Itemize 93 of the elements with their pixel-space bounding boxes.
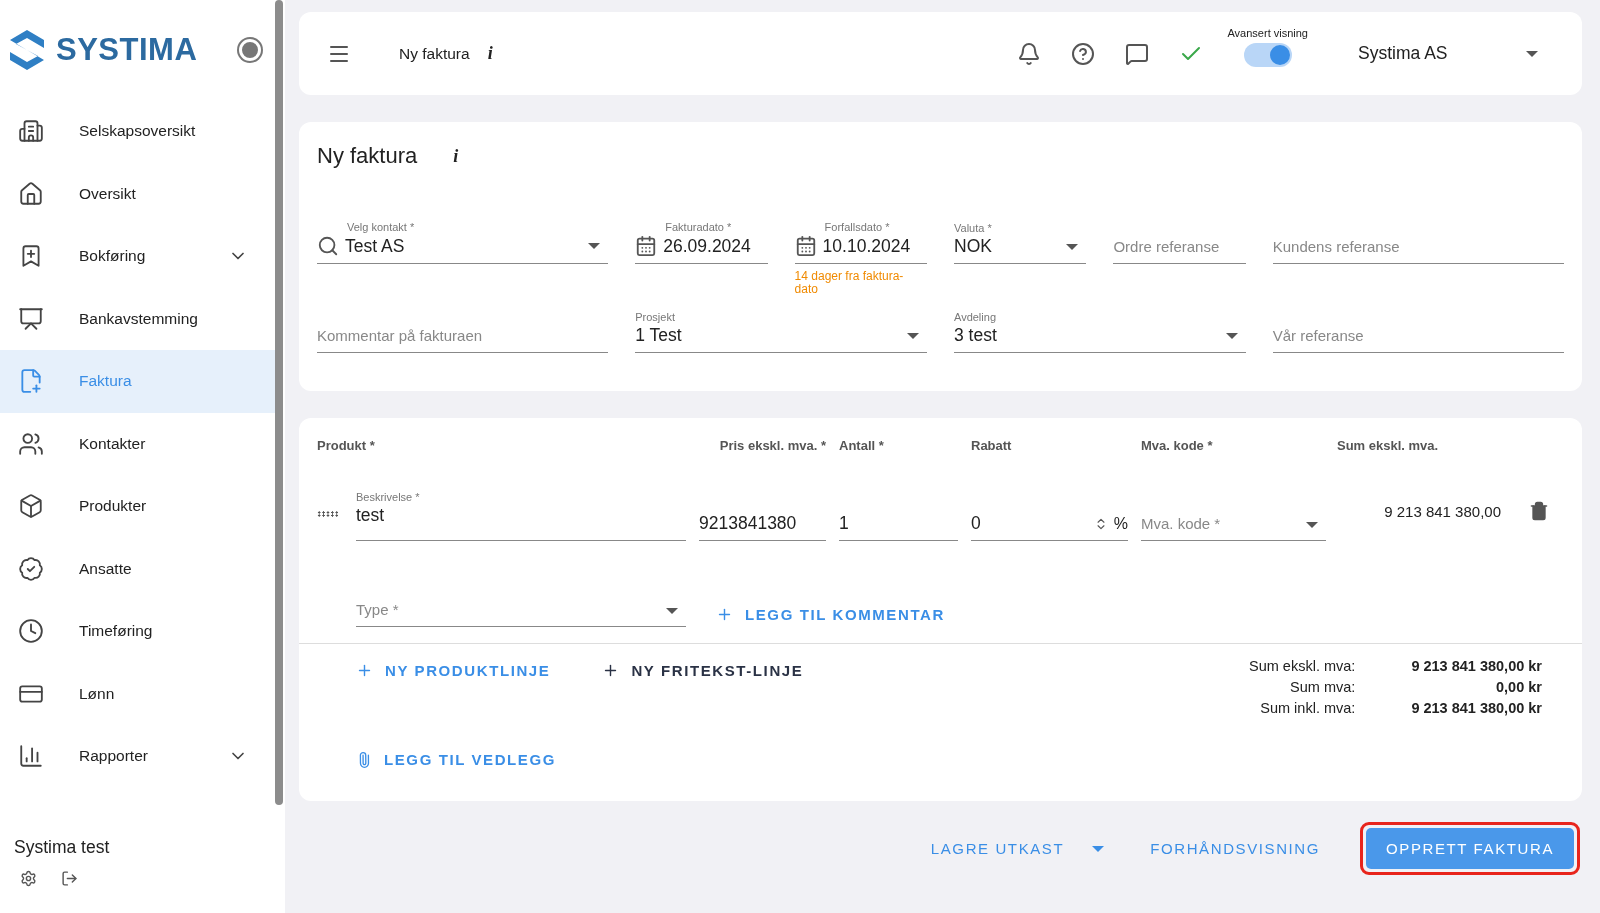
total-value: 9 213 841 380,00 kr <box>1411 700 1542 717</box>
company-select[interactable]: Systima AS <box>1358 43 1538 64</box>
account-name: Systima test <box>14 837 111 858</box>
building-icon <box>18 118 44 145</box>
nav-item[interactable]: Oversikt <box>0 162 276 225</box>
scrollbar[interactable] <box>275 0 283 805</box>
field-placeholder: Kommentar på fakturaen <box>317 327 484 347</box>
field-label: Velg kontakt * <box>347 221 416 233</box>
total-value: 9 213 841 380,00 kr <box>1411 658 1542 675</box>
drag-handle[interactable] <box>317 511 339 518</box>
form-field[interactable]: Velg kontakt * Test AS <box>317 214 609 264</box>
calendar-icon[interactable] <box>794 235 817 257</box>
nav-item[interactable]: Produkter <box>0 475 276 538</box>
settings-icon[interactable] <box>20 870 37 887</box>
field-value: 3 test <box>954 325 998 347</box>
nav-item[interactable]: Lønn <box>0 662 276 725</box>
help-icon[interactable] <box>1071 41 1096 66</box>
caret-icon <box>1066 243 1079 250</box>
nav-item[interactable]: Bankavstemming <box>0 287 276 350</box>
caret-icon[interactable] <box>1092 845 1105 852</box>
price-field[interactable]: 9213841380 <box>699 491 826 542</box>
column-header: Produkt * <box>317 438 376 454</box>
field-placeholder: Ordre referanse <box>1113 238 1221 257</box>
chart-icon <box>18 743 44 770</box>
caret-icon <box>588 243 601 249</box>
presentation-board-icon <box>18 305 44 332</box>
form-field[interactable]: Vår referanse <box>1272 303 1564 354</box>
toggle-switch[interactable] <box>1243 42 1292 67</box>
form-field[interactable]: Prosjekt 1 Test <box>635 303 927 354</box>
form-field[interactable]: Kommentar på fakturaen <box>317 303 609 354</box>
form-field[interactable]: Fakturadato * 26.09.2024 <box>635 214 768 264</box>
total-value: 0,00 kr <box>1495 679 1542 696</box>
helper-text: 14 dager fra faktura-dato <box>794 270 905 296</box>
calendar-icon[interactable] <box>635 235 658 257</box>
type-select[interactable]: Type * <box>356 577 686 628</box>
logo-text: SYSTIMA <box>56 32 199 68</box>
nav-item[interactable]: Rapporter <box>0 725 276 788</box>
nav-item[interactable]: Bokføring <box>0 225 276 288</box>
total-label: Sum ekskl. mva: <box>1249 658 1356 675</box>
field-value: 26.09.2024 <box>663 235 752 257</box>
nav-item[interactable]: Selskapsoversikt <box>0 100 276 163</box>
column-header: Pris ekskl. mva. * <box>718 438 826 454</box>
form-field[interactable]: Valuta * NOK <box>954 214 1087 264</box>
toggle-label: Avansert visning <box>1227 26 1308 39</box>
field-placeholder: Kundens referanse <box>1272 238 1401 257</box>
form-field[interactable]: Ordre referanse <box>1113 214 1246 264</box>
field-value: NOK <box>954 236 993 257</box>
percent-unit: % <box>1113 514 1128 533</box>
badge-icon <box>18 555 44 582</box>
clock-icon <box>18 618 44 645</box>
cube-icon <box>18 493 44 520</box>
form-title: Ny faktura <box>317 143 418 169</box>
description-field[interactable]: Beskrivelse * test <box>356 491 686 542</box>
form-field[interactable]: Avdeling 3 test <box>954 303 1246 354</box>
record-icon[interactable] <box>239 39 261 61</box>
bell-icon[interactable] <box>1017 41 1042 66</box>
column-header: Antall * <box>839 438 885 454</box>
home-icon <box>18 180 44 207</box>
line-sum: 9 213 841 380,00 <box>1383 503 1501 521</box>
field-label: Valuta * <box>954 222 993 234</box>
vat-code-select[interactable]: Mva. kode * <box>1141 491 1326 542</box>
field-label: Forfallsdato * <box>824 221 891 233</box>
discount-field[interactable]: 0 % <box>971 491 1128 542</box>
info-mark[interactable]: i <box>487 43 493 64</box>
field-label: Avdeling <box>954 311 997 324</box>
column-header: Sum ekskl. mva. <box>1337 438 1440 454</box>
form-field[interactable]: Kundens referanse <box>1272 214 1564 264</box>
chat-icon[interactable] <box>1125 41 1150 66</box>
field-label: Fakturadato * <box>665 221 733 233</box>
info-mark[interactable]: i <box>453 145 459 167</box>
field-label: Prosjekt <box>635 311 676 324</box>
people-icon <box>18 430 44 457</box>
page-title: Ny faktura <box>399 44 470 63</box>
total-label: Sum inkl. mva: <box>1259 700 1356 717</box>
caret-icon <box>1225 332 1238 339</box>
logo-icon <box>8 28 46 72</box>
field-value: Test AS <box>345 235 406 257</box>
nav-item[interactable]: Timeføring <box>0 600 276 663</box>
column-header: Mva. kode * <box>1141 438 1214 454</box>
field-value: 1 Test <box>635 325 683 347</box>
form-field[interactable]: Forfallsdato * 10.10.2024 <box>794 214 927 264</box>
total-label: Sum mva: <box>1289 679 1356 696</box>
column-header: Rabatt <box>971 438 1013 454</box>
search-icon <box>317 235 339 257</box>
logout-icon[interactable] <box>61 870 78 887</box>
document-plus-icon <box>18 368 44 395</box>
caret-icon <box>907 332 919 339</box>
nav-item[interactable]: Ansatte <box>0 537 276 600</box>
field-value: 10.10.2024 <box>822 235 912 257</box>
add-line-button[interactable]: NY FRITEKST-LINJE <box>602 658 804 684</box>
nav-item[interactable]: Kontakter <box>0 412 276 475</box>
field-placeholder: Vår referanse <box>1272 327 1365 347</box>
quantity-field[interactable]: 1 <box>839 491 958 542</box>
